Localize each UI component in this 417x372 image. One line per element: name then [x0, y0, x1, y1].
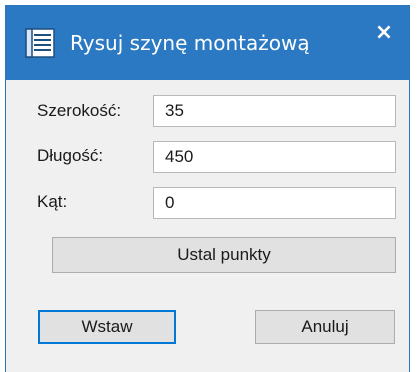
length-input[interactable] [153, 141, 396, 173]
length-label: Długość: [37, 146, 104, 165]
set-points-button[interactable]: Ustal punkty [52, 237, 396, 273]
angle-label: Kąt: [37, 192, 68, 211]
width-label: Szerokość: [37, 101, 122, 120]
window-title: Rysuj szynę montażową [70, 31, 310, 55]
dialog-window: Rysuj szynę montażową × Szerokość: Długo… [5, 5, 410, 372]
width-input[interactable] [153, 95, 396, 127]
insert-button[interactable]: Wstaw [38, 310, 176, 344]
angle-input[interactable] [153, 187, 396, 219]
cancel-button[interactable]: Anuluj [255, 310, 395, 344]
title-bar[interactable]: Rysuj szynę montażową × [6, 6, 409, 80]
rail-list-icon [25, 28, 55, 58]
close-icon[interactable]: × [369, 18, 399, 48]
